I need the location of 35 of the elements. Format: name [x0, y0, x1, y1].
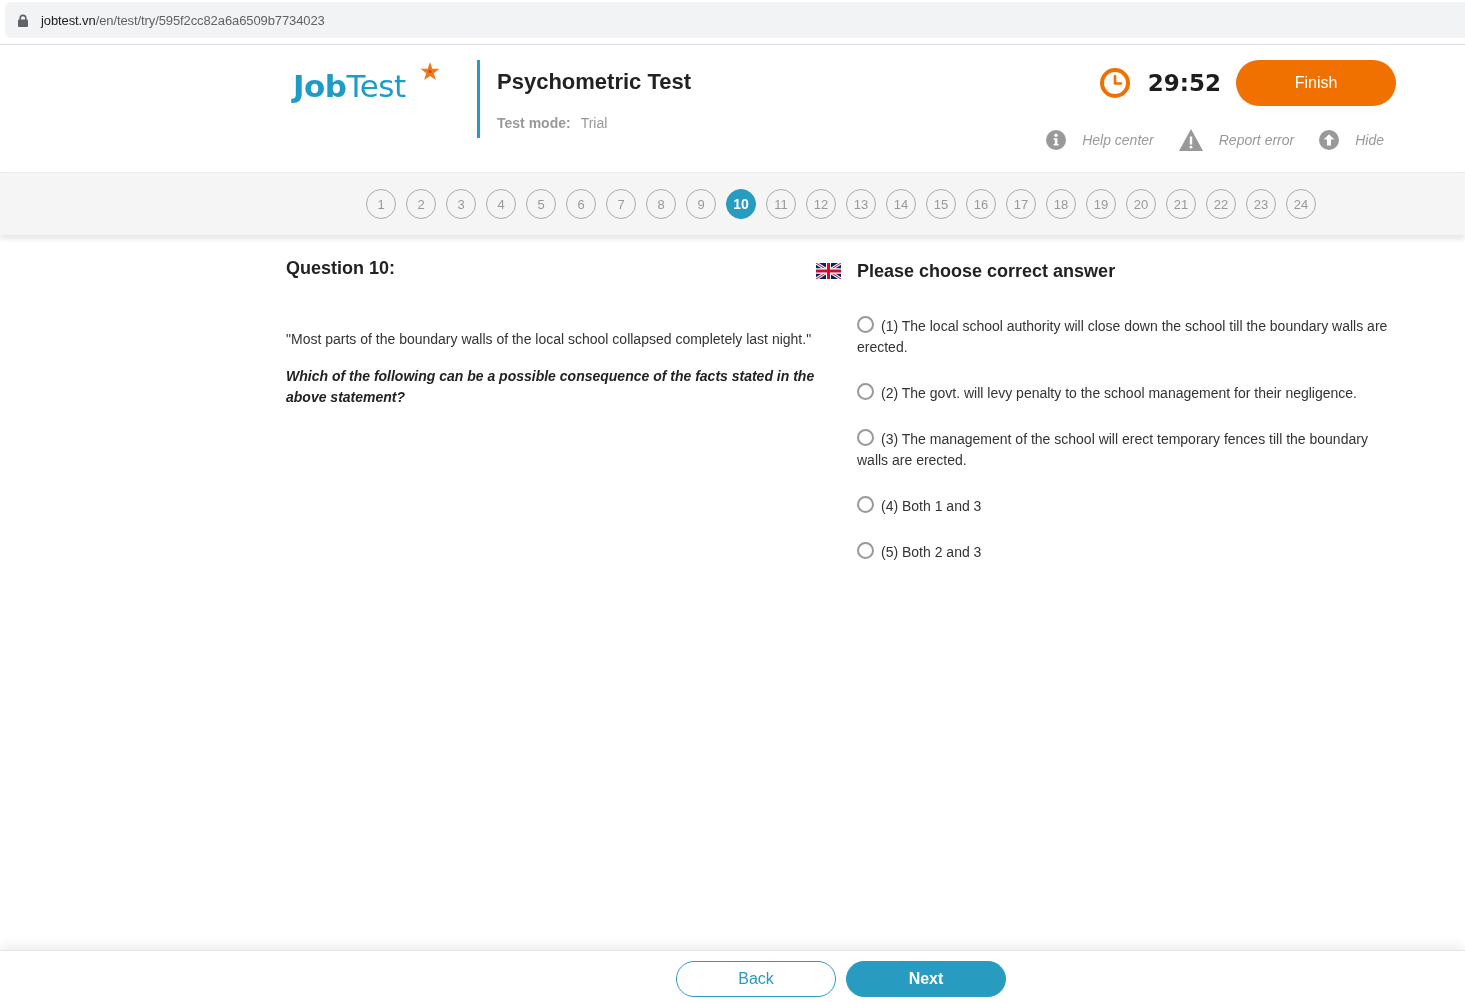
- radio-button[interactable]: [857, 429, 874, 446]
- arrow-up-icon: [1319, 130, 1340, 150]
- next-button[interactable]: Next: [846, 961, 1006, 997]
- timer: 29:52: [1147, 70, 1221, 96]
- flag-icon: [816, 263, 841, 279]
- url-text: jobtest.vn/en/test/try/595f2cc82a6a6509b7734023: [41, 12, 325, 28]
- question-number-button[interactable]: 10: [726, 189, 756, 219]
- clock-icon: [1099, 68, 1130, 98]
- answer-option[interactable]: (4) Both 1 and 3: [857, 496, 982, 517]
- lock-icon: [18, 13, 28, 27]
- radio-button[interactable]: [857, 496, 874, 513]
- report-error-link[interactable]: Report error: [1178, 129, 1295, 151]
- warning-icon: [1178, 129, 1203, 151]
- radio-button[interactable]: [857, 542, 874, 559]
- mode-label: Test mode:: [497, 114, 571, 132]
- radio-button[interactable]: [857, 316, 874, 333]
- test-title: Psychometric Test: [497, 69, 691, 95]
- help-center-link[interactable]: Help center: [1046, 129, 1154, 151]
- hide-link[interactable]: Hide: [1319, 129, 1384, 151]
- answer-option[interactable]: (2) The govt. will levy penalty to the school management for their negligence.: [857, 383, 1357, 404]
- finish-button[interactable]: Finish: [1236, 60, 1396, 106]
- question-title: Question 10:: [286, 257, 397, 279]
- answer-option[interactable]: (1) The local school authority will close down the school till the boundary walls are erected.: [857, 316, 1396, 358]
- answer-option[interactable]: (3) The management of the school will erect temporary fences till the boundary walls are erected.: [857, 429, 1396, 471]
- info-icon: [1046, 130, 1067, 150]
- address-bar[interactable]: jobtest.vn/en/test/try/595f2cc82a6a6509b7734023: [5, 2, 1465, 38]
- star-icon: [420, 62, 440, 80]
- question-statement: "Most parts of the boundary walls of the local school collapsed completely last night.": [286, 330, 813, 349]
- mode-value: Trial: [580, 114, 608, 132]
- back-button[interactable]: Back: [676, 961, 836, 997]
- answer-heading: Please choose correct answer: [857, 260, 1116, 282]
- question-prompt: Which of the following can be a possible consequence of the facts stated in the above statement?: [286, 367, 816, 407]
- radio-button[interactable]: [857, 383, 874, 400]
- answer-option[interactable]: (5) Both 2 and 3: [857, 542, 982, 563]
- logo-text: JobTest: [293, 67, 406, 106]
